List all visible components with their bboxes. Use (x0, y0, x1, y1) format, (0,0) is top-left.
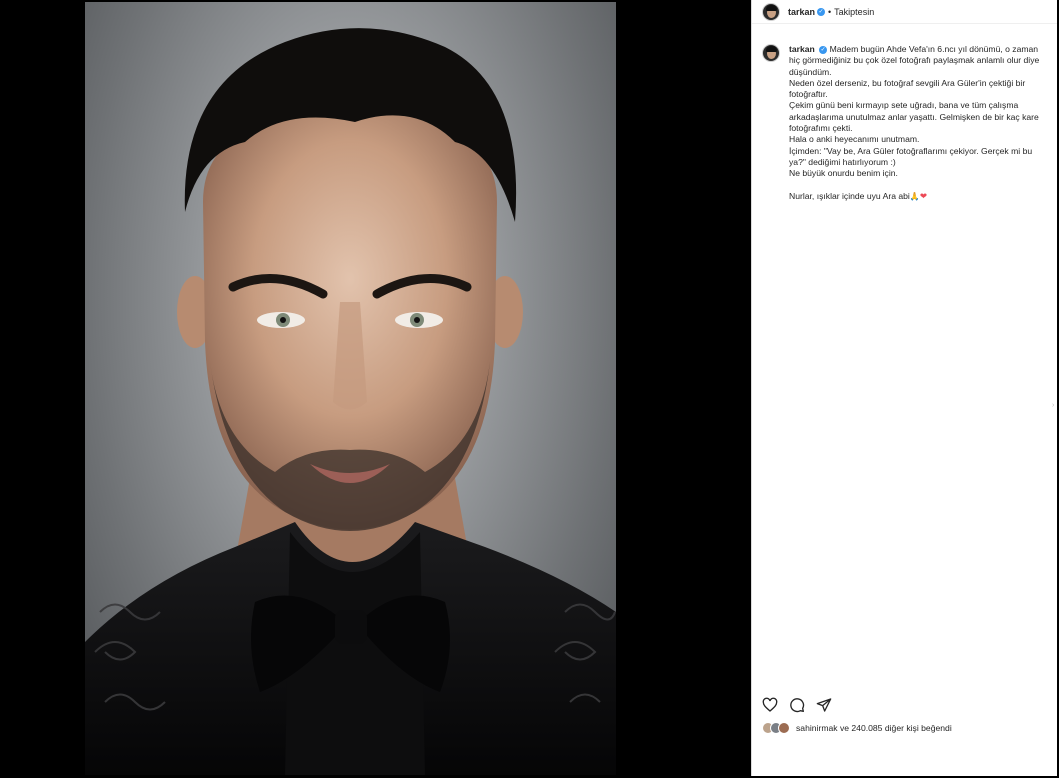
follow-status-button[interactable]: Takiptesin (834, 7, 874, 17)
likes-count-text[interactable]: sahinirmak ve 240.085 diğer kişi beğendi (796, 723, 952, 733)
post-photo[interactable] (85, 2, 616, 775)
heart-icon[interactable] (762, 697, 778, 713)
verified-badge-icon: ✓ (819, 45, 828, 54)
likes-row[interactable]: sahinirmak ve 240.085 diğer kişi beğendi (762, 722, 952, 734)
caption-line: Çekim günü beni kırmayıp sete uğradı, ba… (789, 100, 1039, 134)
caption-closing: Nurlar, ışıklar içinde uyu Ara abi🙏❤ (789, 191, 1051, 202)
header-separator: • (828, 6, 832, 17)
caption-line-text: Madem bugün Ahde Vefa'ın 6.ncı yıl dönüm… (789, 44, 1040, 77)
caption: tarkan ✓ Madem bugün Ahde Vefa'ın 6.ncı … (762, 44, 1052, 202)
caption-line: Ne büyük onurdu benim için. (789, 168, 898, 179)
liker-avatar (778, 722, 790, 734)
photo-stage (0, 0, 751, 778)
caption-username[interactable]: tarkan (789, 44, 815, 54)
portrait-illustration (85, 28, 616, 775)
pray-emoji-icon: 🙏 (909, 191, 920, 201)
caption-line: Neden özel derseniz, bu fotoğraf sevgili… (789, 77, 1026, 100)
post-header: tarkan ✓ • Takiptesin (752, 0, 1057, 24)
verified-badge-icon: ✓ (817, 7, 826, 16)
post-side-panel: tarkan ✓ • Takiptesin tarkan ✓ Madem bug… (751, 0, 1057, 776)
scrollbar-icon[interactable]: › (1052, 402, 1055, 410)
share-icon[interactable] (816, 697, 832, 713)
header-username[interactable]: tarkan (788, 7, 815, 17)
post-actions (762, 697, 832, 713)
profile-avatar[interactable] (762, 2, 780, 21)
caption-avatar[interactable] (762, 44, 780, 62)
caption-line: Hala o anki heyecanımı unutmam. (789, 134, 920, 145)
red-heart-emoji-icon: ❤ (919, 190, 928, 201)
caption-closing-text: Nurlar, ışıklar içinde uyu Ara abi (789, 190, 910, 201)
caption-text: tarkan ✓ Madem bugün Ahde Vefa'ın 6.ncı … (789, 44, 1051, 202)
liker-avatars (762, 722, 790, 734)
comment-icon[interactable] (789, 697, 805, 713)
caption-line: tarkan ✓ Madem bugün Ahde Vefa'ın 6.ncı … (789, 44, 1051, 78)
caption-line: İçimden: "Vay be, Ara Güler fotoğrafları… (789, 145, 1033, 167)
